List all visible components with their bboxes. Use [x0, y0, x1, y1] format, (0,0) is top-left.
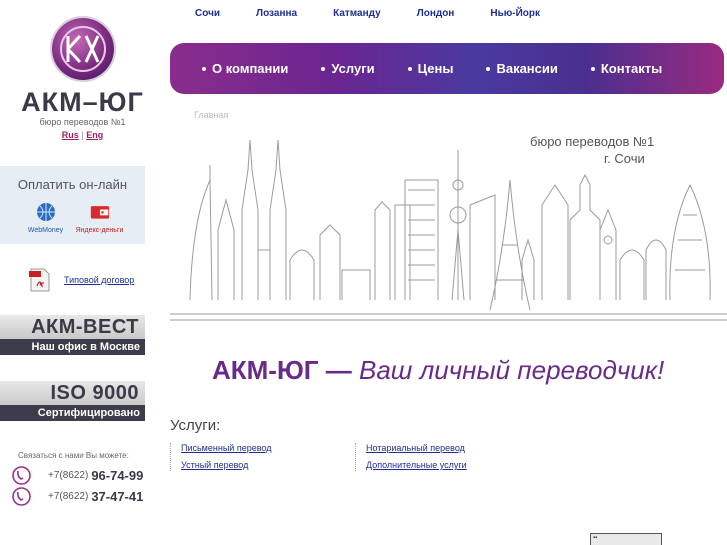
- headline-slogan: Ваш личный переводчик!: [358, 355, 665, 385]
- nav-item-contacts[interactable]: Контакты: [590, 61, 662, 76]
- counter-icon: ▪▪: [593, 535, 598, 541]
- divider: [170, 443, 171, 471]
- bullet-icon: [407, 66, 412, 71]
- akm-west-subtitle: Наш офис в Москве: [0, 339, 145, 355]
- services-column-2: Нотариальный перевод Дополнительные услу…: [366, 443, 467, 477]
- phone-row: +7(8622) 37-47-41: [12, 487, 143, 506]
- webmoney-globe-icon: [36, 203, 55, 221]
- nav-item-vacancies[interactable]: Вакансии: [486, 61, 558, 76]
- services-column-1: Письменный перевод Устный перевод: [181, 443, 271, 477]
- nav-item-about[interactable]: О компании: [202, 61, 288, 76]
- logo-block[interactable]: АКМ–ЮГ бюро переводов №1 Rus | Eng: [0, 18, 165, 140]
- pdf-icon: [29, 268, 50, 292]
- tagline-line2: г. Сочи: [604, 151, 645, 166]
- visitor-counter[interactable]: ▪▪: [590, 533, 662, 545]
- contract-row: Типовой договор: [29, 268, 134, 292]
- language-switch: Rus | Eng: [0, 130, 165, 140]
- lang-ru-link[interactable]: Rus: [62, 130, 79, 140]
- city-link-new-york[interactable]: Нью-Йорк: [490, 8, 540, 19]
- city-link-london[interactable]: Лондон: [417, 8, 455, 19]
- iso-subtitle: Сертифицировано: [0, 405, 145, 421]
- yandex-money-label: Яндекс-деньги: [75, 227, 124, 234]
- akm-west-title: АКМ-ВЕСТ: [0, 315, 145, 339]
- payment-title: Оплатить он-лайн: [17, 177, 128, 192]
- iso-badge[interactable]: ISO 9000 Сертифицировано: [0, 381, 145, 421]
- online-payment-panel: Оплатить он-лайн WebMoney Яндекс-деньги: [0, 166, 145, 244]
- webmoney-option[interactable]: WebMoney: [19, 202, 73, 234]
- main-headline: АКМ-ЮГ — Ваш личный переводчик!: [212, 355, 664, 386]
- nav-item-prices[interactable]: Цены: [407, 61, 453, 76]
- tagline-line1: бюро переводов №1: [530, 134, 655, 149]
- yandex-wallet-icon: [90, 206, 109, 219]
- breadcrumb[interactable]: Главная: [194, 110, 228, 120]
- phone-icon: [12, 487, 31, 506]
- phone-prefix: +7(8622): [48, 470, 89, 481]
- logo-name: АКМ–ЮГ: [21, 87, 144, 117]
- phone-number[interactable]: 37-47-41: [91, 489, 143, 504]
- contract-link[interactable]: Типовой договор: [64, 275, 134, 285]
- iso-title: ISO 9000: [0, 381, 145, 405]
- city-link-sochi[interactable]: Сочи: [195, 8, 220, 19]
- phone-number[interactable]: 96-74-99: [91, 468, 143, 483]
- city-link-lausanne[interactable]: Лозанна: [256, 8, 297, 19]
- bullet-icon: [321, 66, 326, 71]
- yandex-money-option[interactable]: Яндекс-деньги: [73, 202, 127, 234]
- contact-intro: Связаться с нами Вы можете:: [18, 451, 129, 460]
- divider: [355, 443, 356, 471]
- nav-item-services[interactable]: Услуги: [321, 61, 375, 76]
- bullet-icon: [590, 66, 595, 71]
- phone-prefix: +7(8622): [48, 491, 89, 502]
- bullet-icon: [486, 66, 491, 71]
- headline-brand: АКМ-ЮГ —: [212, 355, 352, 385]
- lang-separator: |: [81, 130, 84, 140]
- phone-icon: [12, 466, 31, 485]
- webmoney-label: WebMoney: [27, 227, 64, 234]
- bullet-icon: [202, 66, 206, 71]
- logo-mark-icon: [51, 18, 114, 80]
- services-title: Услуги:: [170, 417, 221, 434]
- main-nav: О компании Услуги Цены Вакансии Контакты: [170, 43, 724, 94]
- service-link-additional[interactable]: Дополнительные услуги: [366, 460, 467, 470]
- service-link-oral[interactable]: Устный перевод: [181, 460, 271, 470]
- phone-row: +7(8622) 96-74-99: [12, 466, 143, 485]
- service-link-written[interactable]: Письменный перевод: [181, 443, 271, 453]
- akm-west-badge[interactable]: АКМ-ВЕСТ Наш офис в Москве: [0, 315, 145, 355]
- payment-options: WebMoney Яндекс-деньги: [0, 202, 145, 234]
- service-link-notarial[interactable]: Нотариальный перевод: [366, 443, 467, 453]
- city-links: Сочи Лозанна Катманду Лондон Нью-Йорк: [195, 8, 576, 19]
- lang-en-link[interactable]: Eng: [86, 130, 103, 140]
- logo-subtitle: бюро переводов №1: [39, 117, 126, 127]
- city-link-kathmandu[interactable]: Катманду: [333, 8, 381, 19]
